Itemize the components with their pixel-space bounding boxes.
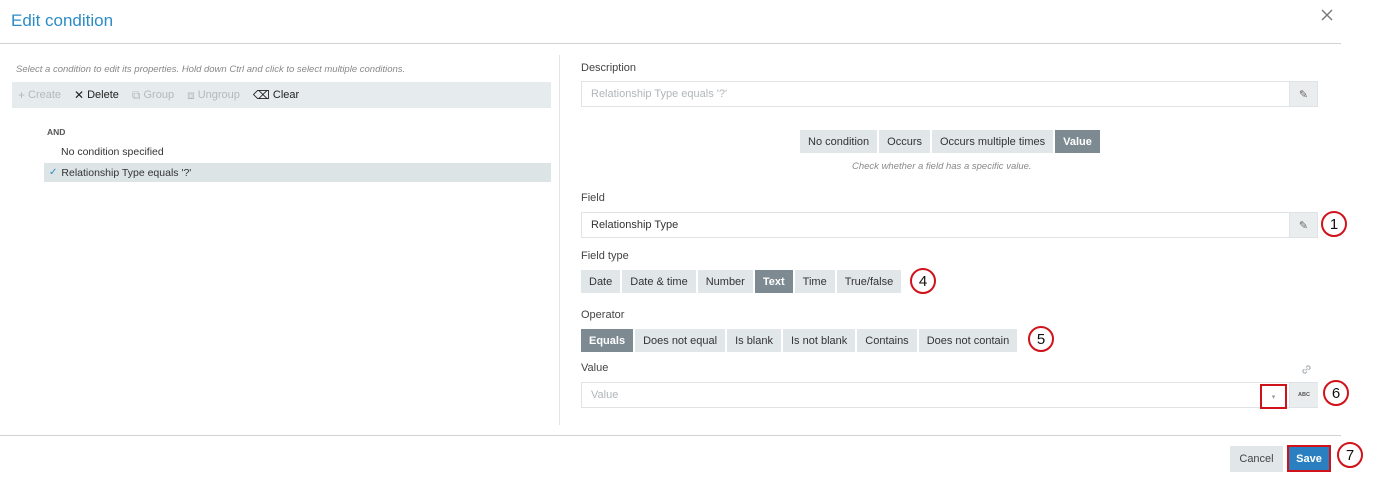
field-type-date[interactable]: Date xyxy=(581,270,621,293)
value-label: Value xyxy=(581,362,609,374)
text-type-icon[interactable]: ABC xyxy=(1289,383,1318,407)
operator-not-contain[interactable]: Does not contain xyxy=(918,329,1018,352)
check-icon: ✓ xyxy=(49,167,58,178)
pencil-icon[interactable]: ✎ xyxy=(1289,213,1317,237)
mode-no-condition[interactable]: No condition xyxy=(800,130,878,153)
panel-divider xyxy=(559,55,560,425)
eraser-icon: ⌫ xyxy=(252,88,270,102)
create-button[interactable]: + Create xyxy=(18,89,61,101)
description-label: Description xyxy=(581,62,637,74)
plus-icon: + xyxy=(18,88,26,102)
close-icon[interactable] xyxy=(1318,6,1336,24)
operator-not-equal[interactable]: Does not equal xyxy=(635,329,726,352)
condition-mode-selector: No condition Occurs Occurs multiple time… xyxy=(800,130,1102,153)
field-label: Field xyxy=(581,192,605,204)
save-button[interactable]: Save xyxy=(1287,445,1331,472)
field-type-selector: Date Date & time Number Text Time True/f… xyxy=(581,270,903,293)
tree-item-selected[interactable]: ✓ Relationship Type equals '?' xyxy=(44,163,551,182)
magic-wand-icon[interactable]: ✎ xyxy=(1289,82,1317,106)
operator-label: Operator xyxy=(581,309,625,321)
operator-selector: Equals Does not equal Is blank Is not bl… xyxy=(581,329,1019,352)
mode-help-text: Check whether a field has a specific val… xyxy=(852,161,1032,172)
footer-divider xyxy=(0,435,1341,436)
group-button[interactable]: ⧉ Group xyxy=(132,89,174,101)
annotation-badge-5: 5 xyxy=(1028,326,1054,352)
dialog-title: Edit condition xyxy=(11,11,114,30)
operator-is-blank[interactable]: Is blank xyxy=(727,329,781,352)
field-type-text[interactable]: Text xyxy=(754,270,793,293)
edit-condition-dialog: Edit condition Select a condition to edi… xyxy=(0,0,1349,481)
annotation-badge-1: 1 xyxy=(1321,211,1347,237)
field-type-boolean[interactable]: True/false xyxy=(836,270,902,293)
group-icon: ⧉ xyxy=(131,88,141,102)
chevron-down-icon[interactable]: ▾ xyxy=(1260,384,1287,409)
operator-is-not-blank[interactable]: Is not blank xyxy=(783,329,856,352)
x-icon: ✕ xyxy=(74,88,85,102)
mode-occurs[interactable]: Occurs xyxy=(879,130,930,153)
condition-toolbar: + Create ✕ Delete ⧉ Group ⧈ Ungroup ⌫ Cl… xyxy=(12,82,551,108)
tree-operator-label: AND xyxy=(47,127,66,137)
ungroup-icon: ⧈ xyxy=(187,88,195,102)
clear-button[interactable]: ⌫ Clear xyxy=(253,89,299,101)
field-type-label: Field type xyxy=(581,250,629,262)
selection-hint: Select a condition to edit its propertie… xyxy=(16,64,406,75)
mode-occurs-multiple[interactable]: Occurs multiple times xyxy=(932,130,1054,153)
field-input[interactable]: Relationship Type ✎ xyxy=(581,212,1318,238)
description-input[interactable]: Relationship Type equals '?' ✎ xyxy=(581,81,1318,107)
field-type-number[interactable]: Number xyxy=(697,270,753,293)
ungroup-button[interactable]: ⧈ Ungroup xyxy=(187,89,240,101)
header-divider xyxy=(0,43,1341,44)
field-type-datetime[interactable]: Date & time xyxy=(622,270,696,293)
annotation-badge-7: 7 xyxy=(1337,442,1363,468)
annotation-badge-6: 6 xyxy=(1323,380,1349,406)
tree-item[interactable]: No condition specified xyxy=(44,142,551,161)
operator-equals[interactable]: Equals xyxy=(581,329,634,352)
operator-contains[interactable]: Contains xyxy=(857,329,917,352)
field-type-time[interactable]: Time xyxy=(794,270,835,293)
delete-button[interactable]: ✕ Delete xyxy=(74,89,119,101)
cancel-button[interactable]: Cancel xyxy=(1230,446,1283,472)
mode-value[interactable]: Value xyxy=(1055,130,1100,153)
value-input[interactable]: Value xyxy=(581,382,1318,408)
link-icon[interactable] xyxy=(1300,363,1313,376)
annotation-badge-4: 4 xyxy=(910,268,936,294)
